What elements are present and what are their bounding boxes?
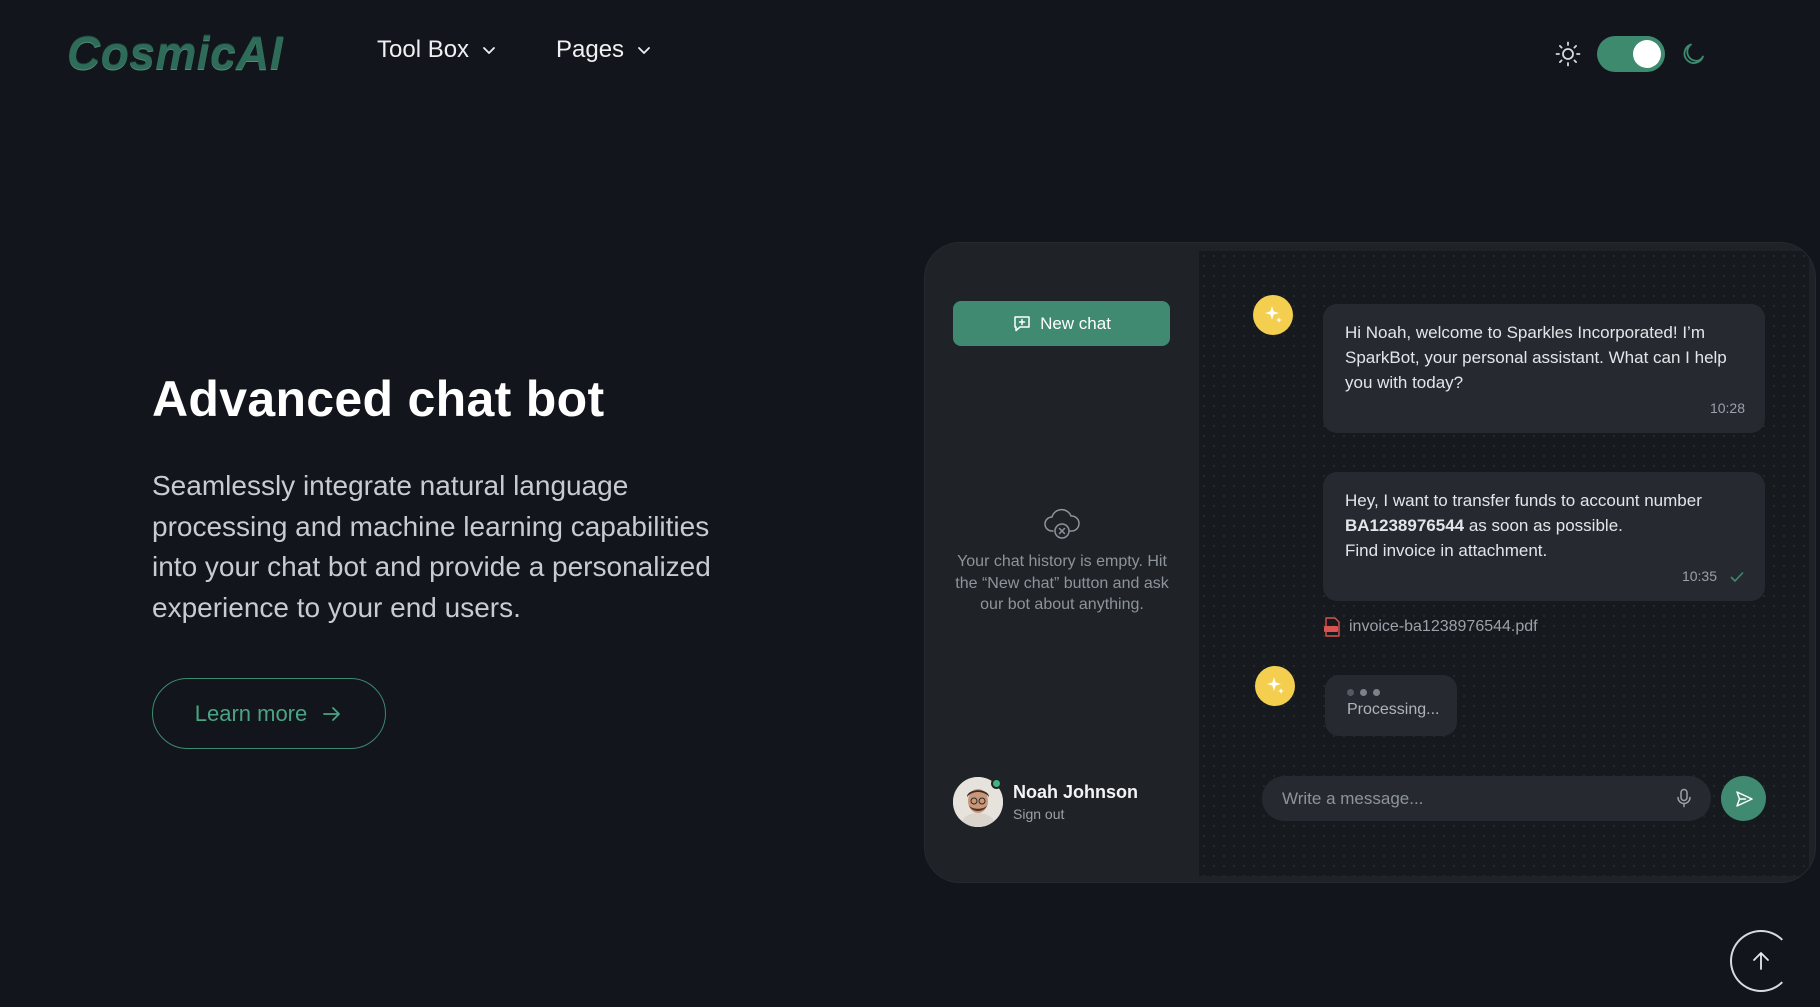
sparkles-icon: [1265, 306, 1282, 323]
user-message-text: Hey, I want to transfer funds to account…: [1345, 491, 1702, 510]
message-input-wrap: [1262, 776, 1711, 821]
logo[interactable]: CosmicAI: [67, 26, 283, 80]
processing-label: Processing...: [1347, 701, 1440, 718]
account-number: BA1238976544: [1345, 516, 1465, 535]
moon-icon[interactable]: [1680, 40, 1708, 68]
cloud-off-icon: [1044, 508, 1080, 539]
processing-indicator: Processing...: [1325, 675, 1457, 736]
arrow-up-icon: [1753, 952, 1769, 970]
empty-history-text: Your chat history is empty. Hit the “New…: [955, 553, 1169, 613]
bot-avatar: [1253, 295, 1293, 335]
learn-more-label: Learn more: [194, 700, 308, 726]
chevron-down-icon: [483, 47, 495, 54]
theme-toggle[interactable]: [1597, 36, 1665, 72]
chat-plus-icon: [1014, 315, 1030, 331]
user-name: Noah Johnson: [1013, 782, 1138, 802]
pdf-icon: [1324, 617, 1340, 637]
bot-message: Hi Noah, welcome to Sparkles Incorporate…: [1323, 304, 1765, 433]
user-message-line2: Find invoice in attachment.: [1345, 541, 1548, 560]
hero-description: Seamlessly integrate natural language pr…: [152, 470, 711, 623]
avatar[interactable]: [953, 777, 1003, 833]
learn-more-button[interactable]: Learn more: [152, 678, 386, 749]
sun-icon[interactable]: [1554, 40, 1582, 68]
arrow-right-icon: [323, 706, 341, 721]
send-icon: [1735, 790, 1753, 807]
message-time: 10:35: [1682, 564, 1745, 589]
check-icon: [1730, 571, 1744, 582]
typing-dots: [1347, 689, 1435, 696]
bot-avatar: [1255, 666, 1295, 706]
user-message: Hey, I want to transfer funds to account…: [1323, 472, 1765, 601]
microphone-icon[interactable]: [1673, 787, 1695, 809]
header: CosmicAI Tool Box Pages: [0, 0, 1820, 108]
user-message-text-after: as soon as possible.: [1464, 516, 1623, 535]
scroll-to-top-button[interactable]: [1730, 930, 1792, 992]
hero-title: Advanced chat bot: [152, 371, 605, 427]
nav-toolbox[interactable]: Tool Box: [377, 36, 497, 64]
chevron-down-icon: [638, 47, 650, 54]
bot-message-text: Hi Noah, welcome to Sparkles Incorporate…: [1345, 323, 1727, 392]
nav-pages-label: Pages: [556, 36, 625, 63]
sign-out-link[interactable]: Sign out: [1013, 806, 1138, 822]
message-time: 10:28: [1710, 396, 1745, 421]
chat-sidebar: New chat Your chat history is empty. Hit…: [925, 243, 1199, 882]
send-button[interactable]: [1721, 776, 1766, 821]
new-chat-button[interactable]: New chat: [953, 301, 1170, 346]
attachment-link[interactable]: invoice-ba1238976544.pdf: [1323, 617, 1538, 637]
message-time-text: 10:28: [1709, 400, 1745, 416]
message-input[interactable]: [1262, 776, 1711, 821]
toggle-knob: [1633, 40, 1661, 68]
attachment-filename: invoice-ba1238976544.pdf: [1349, 618, 1538, 635]
user-profile: Noah Johnson Sign out: [953, 776, 1183, 833]
sparkles-icon: [1267, 677, 1284, 694]
nav-toolbox-label: Tool Box: [377, 36, 470, 63]
online-status-dot: [991, 778, 1002, 789]
nav-pages[interactable]: Pages: [556, 36, 652, 64]
message-time-text: 10:35: [1681, 568, 1717, 584]
new-chat-label: New chat: [1040, 313, 1111, 333]
